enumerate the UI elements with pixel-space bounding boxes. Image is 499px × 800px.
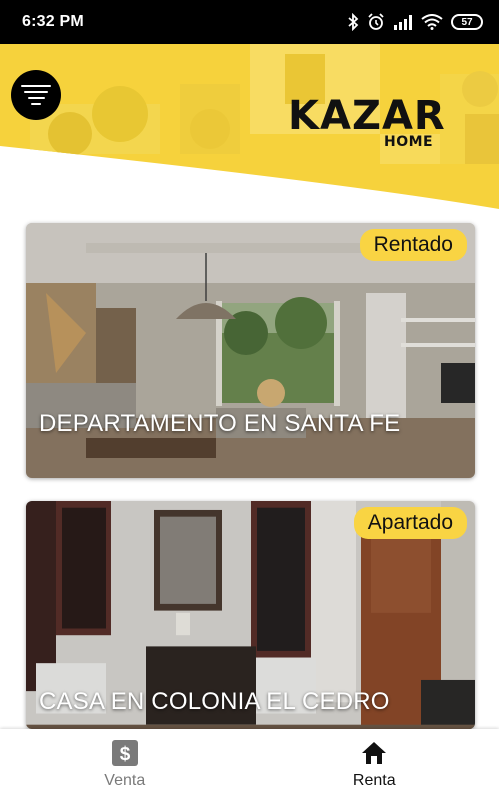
dollar-icon: $ bbox=[111, 740, 138, 766]
nav-label: Venta bbox=[104, 772, 146, 789]
listing-title: CASA EN COLONIA EL CEDRO bbox=[39, 688, 390, 715]
bluetooth-icon bbox=[348, 13, 359, 31]
signal-icon bbox=[394, 15, 412, 30]
logo-subtitle: HOME bbox=[384, 134, 434, 150]
wifi-icon bbox=[421, 14, 443, 30]
listing-card[interactable]: Apartado CASA EN COLONIA EL CEDRO bbox=[26, 501, 475, 729]
nav-item-renta[interactable]: Renta bbox=[250, 729, 499, 800]
app-header: KAZAR HOME bbox=[0, 44, 499, 214]
listing-title: DEPARTAMENTO EN SANTA FE bbox=[39, 410, 401, 437]
battery-level: 57 bbox=[461, 16, 473, 28]
alarm-icon bbox=[368, 13, 384, 30]
menu-button[interactable] bbox=[11, 70, 61, 120]
nav-item-venta[interactable]: $ Venta bbox=[0, 729, 250, 800]
kazar-logo: KAZAR HOME bbox=[288, 96, 463, 154]
listing-photo-living-room bbox=[26, 223, 475, 478]
status-badge: Apartado bbox=[353, 507, 467, 539]
battery-icon: 57 bbox=[451, 14, 483, 30]
menu-line bbox=[21, 85, 51, 87]
menu-line bbox=[31, 103, 41, 105]
listing-card[interactable]: Rentado DEPARTAMENTO EN SANTA FE bbox=[26, 223, 475, 478]
status-bar: 6:32 PM 57 bbox=[0, 0, 499, 44]
bottom-navigation: $ Venta Renta bbox=[0, 729, 499, 800]
home-icon bbox=[362, 742, 387, 764]
nav-label: Renta bbox=[352, 772, 396, 789]
status-badge: Rentado bbox=[359, 229, 467, 261]
logo-wordmark: KAZAR bbox=[288, 93, 446, 139]
menu-line bbox=[24, 91, 48, 93]
svg-text:$: $ bbox=[119, 744, 130, 765]
status-time: 6:32 PM bbox=[22, 13, 84, 30]
status-icons: 57 bbox=[347, 13, 483, 31]
menu-line bbox=[27, 97, 45, 99]
